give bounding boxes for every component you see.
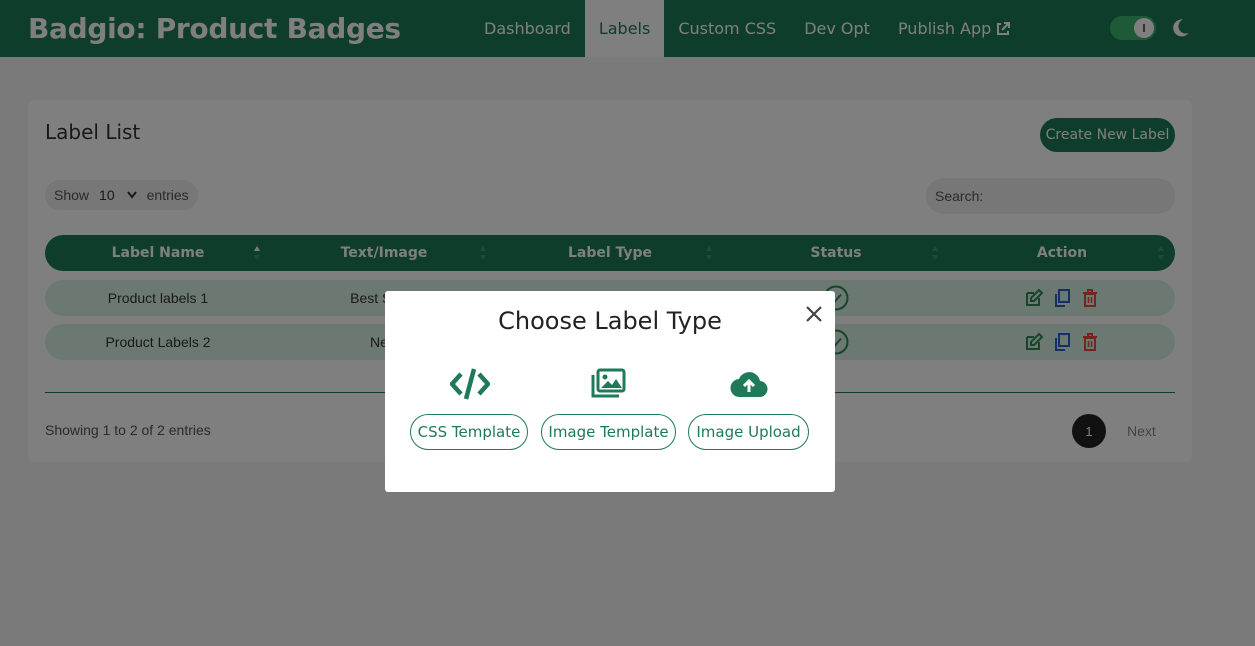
code-icon (450, 368, 490, 400)
close-icon[interactable] (803, 303, 825, 325)
images-icon (591, 368, 626, 398)
css-template-button[interactable]: CSS Template (410, 414, 528, 450)
cloud-upload-icon (730, 372, 768, 398)
modal-title: Choose Label Type (498, 307, 722, 335)
choose-label-type-modal: Choose Label Type CSS Template Image Tem… (385, 291, 835, 492)
image-template-button[interactable]: Image Template (541, 414, 676, 450)
image-upload-button[interactable]: Image Upload (688, 414, 809, 450)
